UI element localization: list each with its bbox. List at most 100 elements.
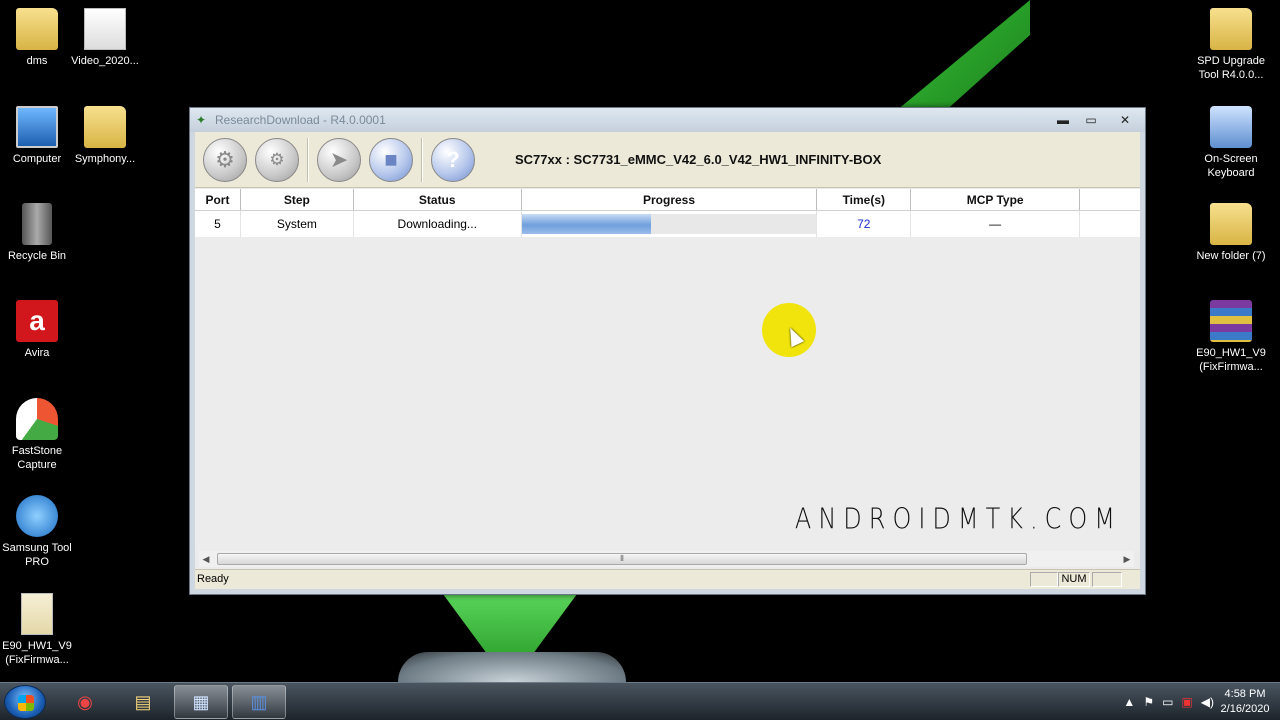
folder-person-icon (16, 8, 58, 50)
desktop-icon-spd-upgrade[interactable]: SPD Upgrade Tool R4.0.0... (1194, 8, 1268, 82)
document-icon (21, 593, 53, 635)
desktop-icon-video[interactable]: Video_2020... (68, 8, 142, 68)
watermark: ANDROIDMTK.COM (794, 502, 1122, 536)
settings-button[interactable]: ⚙ (203, 137, 247, 182)
desktop-icon-label: Video_2020... (71, 55, 139, 67)
status-panel-scroll (1092, 572, 1122, 587)
tray-flag-icon[interactable]: ⚑ (1143, 695, 1154, 709)
cell-step: System (241, 211, 354, 237)
column-header-blank (1080, 189, 1140, 210)
cell-time: 72 (817, 211, 912, 237)
toolbar-separator (421, 137, 423, 182)
grid-header: Port Step Status Progress Time(s) MCP Ty… (195, 189, 1140, 211)
window-client: ⚙ ⚙ ➤ ■ ? SC77xx : SC7731_eMMC_V42_6.0_V… (195, 132, 1140, 589)
winrar-icon (1210, 300, 1252, 342)
minimize-button[interactable]: ▬ (1049, 111, 1077, 129)
maximize-button[interactable]: ▭ (1077, 111, 1105, 129)
question-icon: ? (446, 146, 460, 172)
column-header-time[interactable]: Time(s) (817, 189, 912, 210)
product-title: SC77xx : SC7731_eMMC_V42_6.0_V42_HW1_INF… (515, 152, 882, 167)
tray-network-icon[interactable]: ▭ (1162, 695, 1173, 709)
recycle-bin-icon (22, 203, 52, 245)
desktop-icon-symphony[interactable]: Symphony... (68, 106, 142, 166)
status-panel-num: NUM (1058, 572, 1090, 587)
load-packet-button[interactable]: ⚙ (255, 137, 299, 182)
file-explorer-icon[interactable]: ▤ (116, 685, 170, 719)
tray-volume-icon[interactable]: ◀) (1201, 695, 1214, 709)
spd-tool-icon[interactable]: ▥ (232, 685, 286, 719)
desktop-icon-onscreen-keyboard[interactable]: On-Screen Keyboard (1194, 106, 1268, 180)
desktop-icon-label: Symphony... (74, 153, 136, 165)
cell-progress (521, 211, 818, 237)
faststone-icon (16, 398, 58, 440)
column-header-progress[interactable]: Progress (522, 189, 818, 210)
desktop-icon-new-folder[interactable]: New folder (7) (1194, 203, 1268, 263)
desktop-icon-label: SPD Upgrade Tool R4.0.0... (1197, 55, 1265, 81)
taskbar: ◉ ▤ ▦ ▥ ▲ ⚑ ▭ ▣ ◀) 4:58 PM 2/16/2020 (0, 682, 1280, 720)
desktop-icon-label: New folder (7) (1196, 250, 1266, 262)
close-button[interactable]: ✕ (1105, 111, 1145, 129)
app-icon: ✦ (196, 113, 207, 127)
cell-status: Downloading... (354, 211, 522, 237)
desktop-icon-label: FastStone Capture (11, 445, 63, 471)
start-download-button[interactable]: ➤ (317, 137, 361, 182)
scroll-thumb[interactable]: ⦀ (217, 553, 1027, 565)
clock-time: 4:58 PM (1224, 688, 1266, 700)
help-button[interactable]: ? (431, 137, 475, 182)
desktop-icon-label: Recycle Bin (7, 250, 67, 262)
desktop-icon-label: Computer (12, 153, 62, 165)
column-header-step[interactable]: Step (241, 189, 354, 210)
status-panel-caps (1030, 572, 1058, 587)
desktop-icon-label: Avira (24, 347, 50, 359)
clock-date: 2/16/2020 (1220, 703, 1270, 715)
desktop-icon-avira[interactable]: a Avira (0, 300, 74, 360)
cell-mcp-type: — (911, 211, 1081, 237)
status-text: Ready (197, 573, 229, 585)
computer-icon (16, 106, 58, 148)
progress-fill (521, 214, 652, 234)
title-bar[interactable]: ✦ ResearchDownload - R4.0.0001 ▬ ▭ ✕ (190, 108, 1145, 132)
gear-icon: ⚙ (215, 146, 235, 172)
column-header-port[interactable]: Port (195, 189, 241, 210)
stop-icon: ■ (384, 146, 398, 172)
play-icon: ➤ (329, 146, 349, 172)
window-title: ResearchDownload - R4.0.0001 (215, 113, 386, 127)
desktop-icon-label: On-Screen Keyboard (1204, 153, 1258, 179)
scroll-left-icon[interactable]: ◀ (199, 551, 213, 567)
keyboard-icon (1210, 106, 1252, 148)
desktop-icon-samsung-tool[interactable]: Samsung Tool PRO (0, 495, 74, 569)
cell-port: 5 (195, 211, 241, 237)
port-list-grid[interactable]: Port Step Status Progress Time(s) MCP Ty… (195, 189, 1140, 551)
video-file-icon (84, 8, 126, 50)
gears-icon: ⚙ (269, 149, 285, 169)
desktop-icon-e90-right[interactable]: E90_HW1_V9 (FixFirmwa... (1194, 300, 1268, 374)
tray-avira-icon[interactable]: ▣ (1181, 695, 1192, 709)
cell-blank (1080, 211, 1140, 237)
toolbar: ⚙ ⚙ ➤ ■ ? SC77xx : SC7731_eMMC_V42_6.0_V… (195, 132, 1140, 188)
column-header-mcp-type[interactable]: MCP Type (911, 189, 1081, 210)
folder-icon (1210, 8, 1252, 50)
table-row[interactable]: 5 System Downloading... 72 — (195, 211, 1140, 237)
toolbar-separator (307, 137, 309, 182)
desktop-icon-computer[interactable]: Computer (0, 106, 74, 166)
status-bar: Ready NUM (195, 569, 1140, 589)
desktop-icon-recycle-bin[interactable]: Recycle Bin (0, 203, 74, 263)
desktop-icon-label: E90_HW1_V9 (FixFirmwa... (1196, 347, 1266, 373)
desktop-icon-faststone[interactable]: FastStone Capture (0, 398, 74, 472)
column-header-status[interactable]: Status (354, 189, 522, 210)
clock[interactable]: 4:58 PM 2/16/2020 (1216, 687, 1274, 717)
scroll-right-icon[interactable]: ▶ (1120, 551, 1134, 567)
samsung-tool-icon (16, 495, 58, 537)
desktop-icon-e90-left[interactable]: E90_HW1_V9 (FixFirmwa... (0, 593, 74, 667)
research-download-icon[interactable]: ▦ (174, 685, 228, 719)
tray-expand-icon[interactable]: ▲ (1123, 695, 1135, 709)
start-button[interactable] (4, 685, 46, 719)
progress-bar (521, 214, 817, 234)
stop-download-button[interactable]: ■ (369, 137, 413, 182)
folder-icon (84, 106, 126, 148)
desktop-icon-label: dms (26, 55, 48, 67)
horizontal-scrollbar[interactable]: ◀ ⦀ ▶ (199, 551, 1134, 567)
desktop-icon-dms[interactable]: dms (0, 8, 74, 68)
folder-icon (1210, 203, 1252, 245)
chrome-icon[interactable]: ◉ (58, 685, 112, 719)
